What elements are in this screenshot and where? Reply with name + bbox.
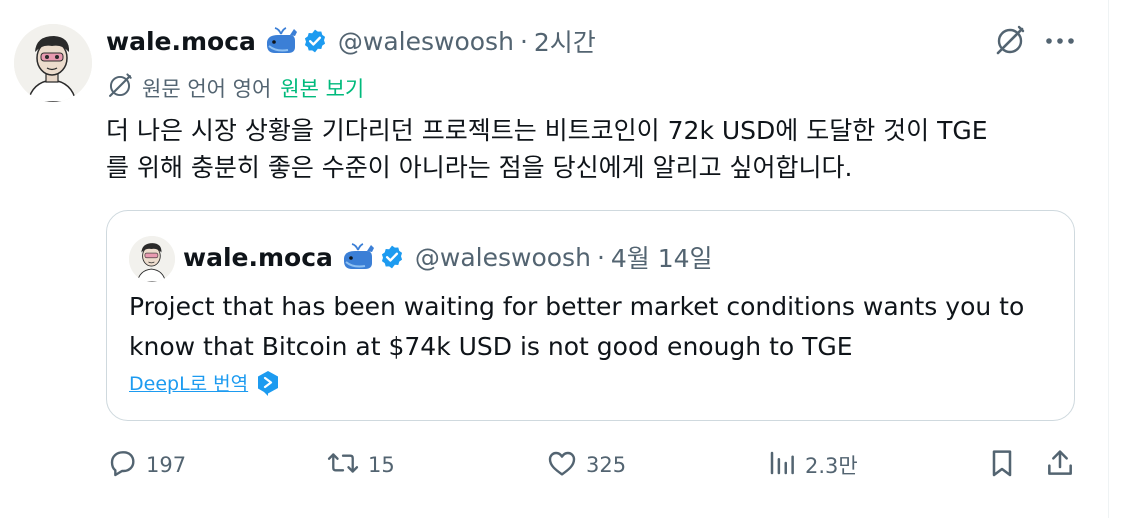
deepl-translate: DeepL로 번역 xyxy=(129,369,280,396)
verified-icon xyxy=(379,244,405,270)
share-icon xyxy=(1044,447,1076,484)
timestamp[interactable]: 2시간 xyxy=(534,23,596,59)
quoted-text-line: know that Bitcoin at $74k USD is not goo… xyxy=(129,332,853,361)
tweet-text-line: 를 위해 충분히 좋은 수준이 아니라는 점을 당신에게 알리고 싶어합니다. xyxy=(106,153,853,182)
reply-icon xyxy=(106,447,138,484)
translation-info: 원문 언어 영어 원본 보기 xyxy=(106,72,364,104)
views-count: 2.3만 xyxy=(805,454,858,478)
translated-from-label: 원문 언어 영어 xyxy=(142,77,272,101)
handle[interactable]: @waleswoosh xyxy=(338,27,514,56)
bookmark-button[interactable] xyxy=(986,448,1018,482)
quoted-avatar xyxy=(129,236,175,282)
grok-icon[interactable] xyxy=(993,24,1027,62)
whale-icon xyxy=(341,242,375,272)
deepl-icon xyxy=(256,370,280,396)
tweet-text: 더 나은 시장 상황을 기다리던 프로젝트는 비트코인이 72k USD에 도달… xyxy=(106,112,1086,186)
timeline-divider xyxy=(1108,0,1109,518)
separator-dot: · xyxy=(596,242,605,272)
avatar[interactable] xyxy=(14,24,92,102)
views-icon xyxy=(767,447,797,484)
quoted-handle: @waleswoosh xyxy=(414,242,591,272)
reply-button[interactable]: 197 xyxy=(106,448,186,482)
translate-icon xyxy=(106,72,134,105)
repost-button[interactable]: 15 xyxy=(326,448,395,482)
repost-count: 15 xyxy=(368,453,395,477)
like-count: 325 xyxy=(586,453,627,477)
show-original-link[interactable]: 원본 보기 xyxy=(280,73,364,103)
verified-icon xyxy=(302,28,328,54)
quoted-date: 4월 14일 xyxy=(610,244,713,273)
quoted-tweet[interactable]: wale.moca @waleswoosh · 4월 14일 Project t… xyxy=(106,210,1075,421)
separator-dot: · xyxy=(519,26,528,56)
more-icon[interactable] xyxy=(1044,26,1076,60)
like-icon xyxy=(546,447,578,484)
bookmark-icon xyxy=(986,447,1018,484)
quoted-display-name: wale.moca xyxy=(183,242,333,272)
repost-icon xyxy=(326,447,360,484)
whale-icon xyxy=(264,26,298,56)
quoted-text-line: Project that has been waiting for better… xyxy=(129,292,1025,321)
like-button[interactable]: 325 xyxy=(546,448,626,482)
reply-count: 197 xyxy=(146,453,187,477)
quoted-header: wale.moca @waleswoosh · 4월 14일 xyxy=(183,239,713,275)
tweet-text-line: 더 나은 시장 상황을 기다리던 프로젝트는 비트코인이 72k USD에 도달… xyxy=(106,116,988,145)
share-button[interactable] xyxy=(1044,448,1076,482)
tweet-header: wale.moca @waleswoosh · 2시간 xyxy=(106,23,596,59)
quoted-text: Project that has been waiting for better… xyxy=(129,287,1059,367)
views-button[interactable]: 2.3만 xyxy=(767,448,858,482)
deepl-translate-link[interactable]: DeepL로 번역 xyxy=(129,369,248,396)
display-name[interactable]: wale.moca xyxy=(106,27,256,56)
